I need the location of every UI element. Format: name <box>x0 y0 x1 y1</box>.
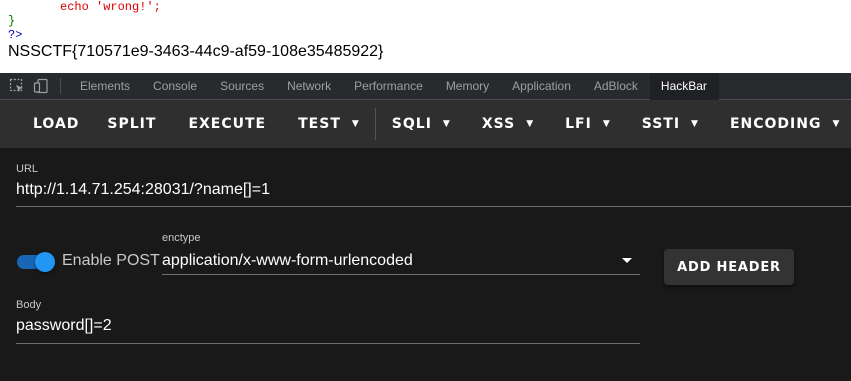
tab-adblock[interactable]: AdBlock <box>583 73 650 100</box>
enable-post-toggle[interactable] <box>17 251 55 273</box>
url-label: URL <box>16 163 39 175</box>
lfi-menu-label: LFI <box>565 116 592 132</box>
devtools-panel: Elements Console Sources Network Perform… <box>0 72 851 381</box>
devtools-tabbar: Elements Console Sources Network Perform… <box>0 72 851 100</box>
lfi-caret-icon: ▼ <box>602 119 610 129</box>
tab-performance[interactable]: Performance <box>343 73 435 100</box>
chevron-down-icon[interactable] <box>622 258 632 263</box>
page-source-code: echo 'wrong!'; } ?> <box>8 0 851 42</box>
enctype-select[interactable]: application/x-www-form-urlencoded <box>162 252 413 270</box>
hackbar-form: URL http://1.14.71.254:28031/?name[]=1 E… <box>0 148 851 381</box>
ssti-menu-button[interactable]: SSTI ▼ <box>642 100 730 148</box>
enctype-label: enctype <box>162 232 201 244</box>
flag-text: NSSCTF{710571e9-3463-44c9-af59-108e35485… <box>8 43 384 60</box>
ssti-menu-label: SSTI <box>641 116 681 132</box>
code-line-php-close: ?> <box>8 28 23 42</box>
sqli-caret-icon: ▼ <box>442 119 450 129</box>
tab-memory[interactable]: Memory <box>435 73 501 100</box>
test-menu-button[interactable]: TEST ▼ <box>298 100 375 148</box>
inspect-element-icon[interactable] <box>8 77 26 95</box>
sqli-menu-label: SQLI <box>391 116 432 132</box>
code-line-brace: } <box>8 14 16 28</box>
test-caret-icon: ▼ <box>351 119 359 129</box>
url-input[interactable]: http://1.14.71.254:28031/?name[]=1 <box>16 181 270 199</box>
test-menu-label: TEST <box>298 116 341 132</box>
device-toolbar-icon[interactable] <box>32 77 50 95</box>
url-input-underline <box>16 206 851 207</box>
enctype-underline <box>162 274 640 275</box>
hackbar-toolbar: LOAD SPLIT EXECUTE TEST ▼ SQLI ▼ XSS ▼ LFI ▼… <box>0 100 851 148</box>
sqli-menu-button[interactable]: SQLI ▼ <box>376 100 482 148</box>
xss-menu-label: XSS <box>481 116 516 132</box>
xss-menu-button[interactable]: XSS ▼ <box>482 100 565 148</box>
body-label: Body <box>16 299 42 311</box>
xss-caret-icon: ▼ <box>526 119 534 129</box>
tab-network[interactable]: Network <box>276 73 343 100</box>
encoding-menu-label: ENCODING <box>729 116 822 132</box>
ssti-caret-icon: ▼ <box>691 119 698 129</box>
body-input[interactable]: password[]=2 <box>16 317 112 335</box>
tab-console[interactable]: Console <box>142 73 209 100</box>
lfi-menu-button[interactable]: LFI ▼ <box>565 100 642 148</box>
encoding-caret-icon: ▼ <box>832 119 840 129</box>
encoding-menu-button[interactable]: ENCODING ▼ <box>730 100 839 148</box>
tab-elements[interactable]: Elements <box>69 73 142 100</box>
split-button[interactable]: SPLIT <box>107 100 188 148</box>
enable-post-label: Enable POST <box>62 252 160 269</box>
load-button[interactable]: LOAD <box>0 100 107 148</box>
tab-hackbar[interactable]: HackBar <box>649 72 719 100</box>
code-line-echo: echo 'wrong!'; <box>60 0 161 14</box>
add-header-button[interactable]: ADD HEADER <box>664 249 794 285</box>
toggle-thumb <box>35 252 55 272</box>
body-input-underline <box>16 343 640 344</box>
tabbar-divider <box>60 78 61 94</box>
tab-sources[interactable]: Sources <box>209 73 276 100</box>
tab-application[interactable]: Application <box>501 73 583 100</box>
execute-button[interactable]: EXECUTE <box>188 100 298 148</box>
